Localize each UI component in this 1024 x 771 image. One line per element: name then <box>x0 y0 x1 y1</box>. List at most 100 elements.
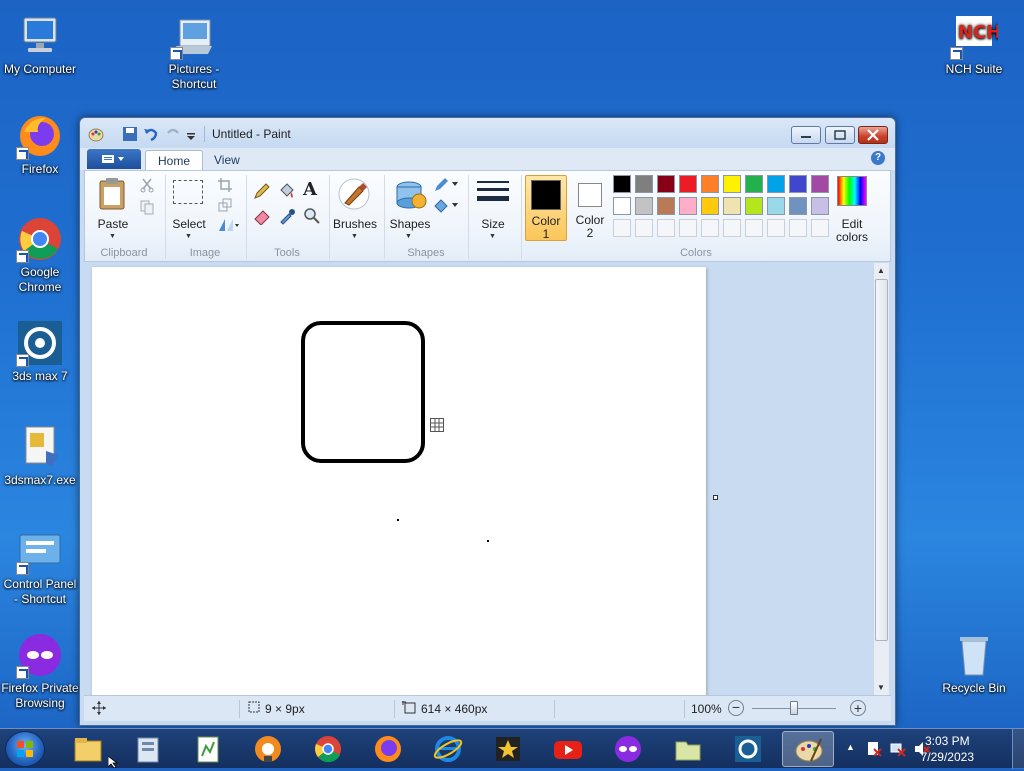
tray-overflow-icon[interactable]: ▲ <box>846 742 855 752</box>
zoom-out-button[interactable]: − <box>728 700 744 716</box>
rounded-rectangle-shape[interactable] <box>301 321 425 463</box>
paint-menu-button[interactable] <box>87 149 141 169</box>
taskbar-item[interactable] <box>122 731 174 767</box>
palette-swatch[interactable] <box>679 175 697 193</box>
paste-dropdown-icon[interactable]: ▼ <box>109 233 116 240</box>
canvas-resize-handle[interactable] <box>713 495 718 500</box>
edit-colors-button-line2[interactable]: colors <box>827 230 877 244</box>
action-center-icon[interactable] <box>866 741 882 760</box>
scroll-down-icon[interactable]: ▼ <box>877 683 885 692</box>
taskbar-item[interactable] <box>302 731 354 767</box>
save-icon[interactable] <box>122 126 138 142</box>
paint-app-icon[interactable] <box>88 126 104 142</box>
palette-swatch[interactable] <box>701 197 719 215</box>
color1-button[interactable]: Color 1 <box>525 175 567 241</box>
size-dropdown-icon[interactable]: ▼ <box>489 233 496 240</box>
shape-resize-grip-icon[interactable] <box>430 418 444 435</box>
fill-bucket-icon[interactable] <box>278 182 296 203</box>
palette-swatch[interactable] <box>701 175 719 193</box>
taskbar-item[interactable] <box>662 731 714 767</box>
vertical-scrollbar[interactable]: ▲ ▼ <box>873 263 889 695</box>
network-icon[interactable] <box>890 741 906 760</box>
undo-icon[interactable] <box>143 126 159 142</box>
crop-icon[interactable] <box>217 177 233 196</box>
outline-icon[interactable] <box>433 177 459 196</box>
palette-swatch[interactable] <box>635 197 653 215</box>
taskbar-item[interactable] <box>602 731 654 767</box>
custom-color-slot[interactable] <box>635 219 653 237</box>
size-button[interactable]: Size <box>473 217 513 231</box>
brushes-dropdown-icon[interactable]: ▼ <box>351 233 358 240</box>
desktop-icon-firefox[interactable]: Firefox <box>0 112 80 177</box>
desktop-icon-3dsmax7-exe[interactable]: 3dsmax7.exe <box>0 423 80 488</box>
maximize-button[interactable] <box>825 126 855 144</box>
desktop-icon-3ds-max-7[interactable]: 3ds max 7 <box>0 319 80 384</box>
custom-color-slot[interactable] <box>657 219 675 237</box>
taskbar-item[interactable] <box>542 731 594 767</box>
fill-icon[interactable] <box>433 198 459 217</box>
taskbar-item[interactable] <box>722 731 774 767</box>
show-desktop-button[interactable] <box>1012 729 1024 769</box>
zoom-in-button[interactable]: + <box>850 700 866 716</box>
palette-swatch[interactable] <box>767 197 785 215</box>
custom-color-slot[interactable] <box>701 219 719 237</box>
desktop-icon-recycle-bin[interactable]: Recycle Bin <box>934 631 1014 696</box>
desktop-icon-google-chrome[interactable]: Google Chrome <box>0 215 80 295</box>
scroll-thumb[interactable] <box>875 279 888 641</box>
custom-color-slot[interactable] <box>789 219 807 237</box>
zoom-slider-thumb[interactable] <box>790 701 798 715</box>
taskbar-item[interactable] <box>362 731 414 767</box>
taskbar-item[interactable] <box>242 731 294 767</box>
select-button[interactable]: Select <box>167 217 211 231</box>
brushes-button[interactable]: Brushes <box>331 217 379 231</box>
scroll-up-icon[interactable]: ▲ <box>877 266 885 275</box>
taskbar-item[interactable] <box>482 731 534 767</box>
custom-color-slot[interactable] <box>613 219 631 237</box>
palette-swatch[interactable] <box>811 197 829 215</box>
desktop-icon-pictures-shortcut[interactable]: Pictures - Shortcut <box>154 12 234 92</box>
desktop-icon-firefox-private[interactable]: Firefox Private Browsing <box>0 631 80 711</box>
text-tool-icon[interactable]: A <box>303 179 317 200</box>
paste-button[interactable]: Paste <box>93 217 133 231</box>
palette-swatch[interactable] <box>613 197 631 215</box>
color-picker-icon[interactable] <box>278 207 296 228</box>
cut-icon[interactable] <box>139 177 155 196</box>
desktop-icon-control-panel-shortcut[interactable]: Control Panel - Shortcut <box>0 527 80 607</box>
custom-color-slot[interactable] <box>723 219 741 237</box>
palette-swatch[interactable] <box>657 175 675 193</box>
color2-button[interactable]: Color 2 <box>571 175 611 241</box>
palette-swatch[interactable] <box>613 175 631 193</box>
palette-swatch[interactable] <box>745 197 763 215</box>
resize-icon[interactable] <box>217 197 233 216</box>
start-button[interactable] <box>5 731 45 767</box>
palette-swatch[interactable] <box>767 175 785 193</box>
pencil-icon[interactable] <box>253 182 271 203</box>
palette-swatch[interactable] <box>789 175 807 193</box>
palette-swatch[interactable] <box>679 197 697 215</box>
palette-swatch[interactable] <box>723 175 741 193</box>
palette-swatch[interactable] <box>745 175 763 193</box>
copy-icon[interactable] <box>139 199 155 218</box>
minimize-button[interactable] <box>791 126 821 144</box>
palette-swatch[interactable] <box>657 197 675 215</box>
tab-home[interactable]: Home <box>145 150 204 170</box>
tab-view[interactable]: View <box>202 150 252 170</box>
shapes-button[interactable]: Shapes <box>387 217 433 231</box>
desktop-icon-nch-suite[interactable]: NCH NCH Suite <box>934 12 1014 77</box>
close-button[interactable] <box>858 126 888 144</box>
custom-color-slot[interactable] <box>745 219 763 237</box>
desktop-icon-my-computer[interactable]: My Computer <box>0 12 80 77</box>
customize-quick-access-icon[interactable] <box>186 130 202 146</box>
taskbar-item[interactable] <box>182 731 234 767</box>
taskbar-item[interactable] <box>422 731 474 767</box>
redo-icon[interactable] <box>165 126 181 142</box>
palette-swatch[interactable] <box>811 175 829 193</box>
eraser-icon[interactable] <box>253 207 271 228</box>
magnifier-icon[interactable] <box>303 207 321 228</box>
taskbar-item[interactable] <box>62 731 114 767</box>
custom-color-slot[interactable] <box>767 219 785 237</box>
palette-swatch[interactable] <box>723 197 741 215</box>
clock[interactable]: 3:03 PM 7/29/2023 <box>921 733 974 765</box>
edit-colors-button[interactable]: Edit <box>827 217 877 231</box>
help-icon[interactable]: ? <box>871 151 885 165</box>
